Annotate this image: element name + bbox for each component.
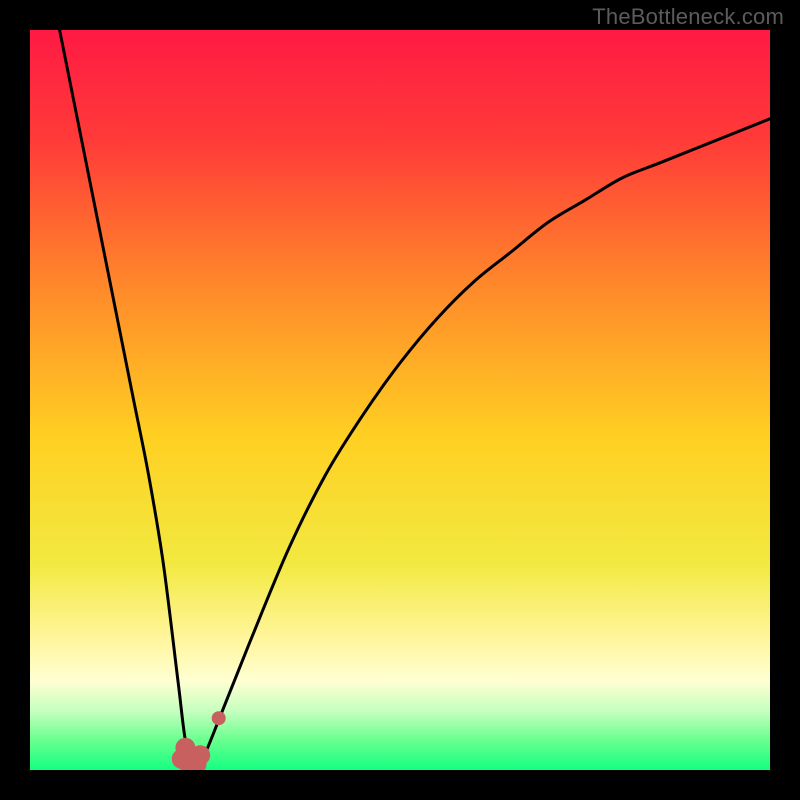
watermark-text: TheBottleneck.com — [592, 4, 784, 30]
chart-frame: TheBottleneck.com — [0, 0, 800, 800]
secondary-marker — [212, 711, 226, 725]
optimal-region-marker — [190, 745, 210, 765]
bottleneck-curve — [60, 30, 770, 765]
curve-layer — [30, 30, 770, 770]
plot-area — [30, 30, 770, 770]
